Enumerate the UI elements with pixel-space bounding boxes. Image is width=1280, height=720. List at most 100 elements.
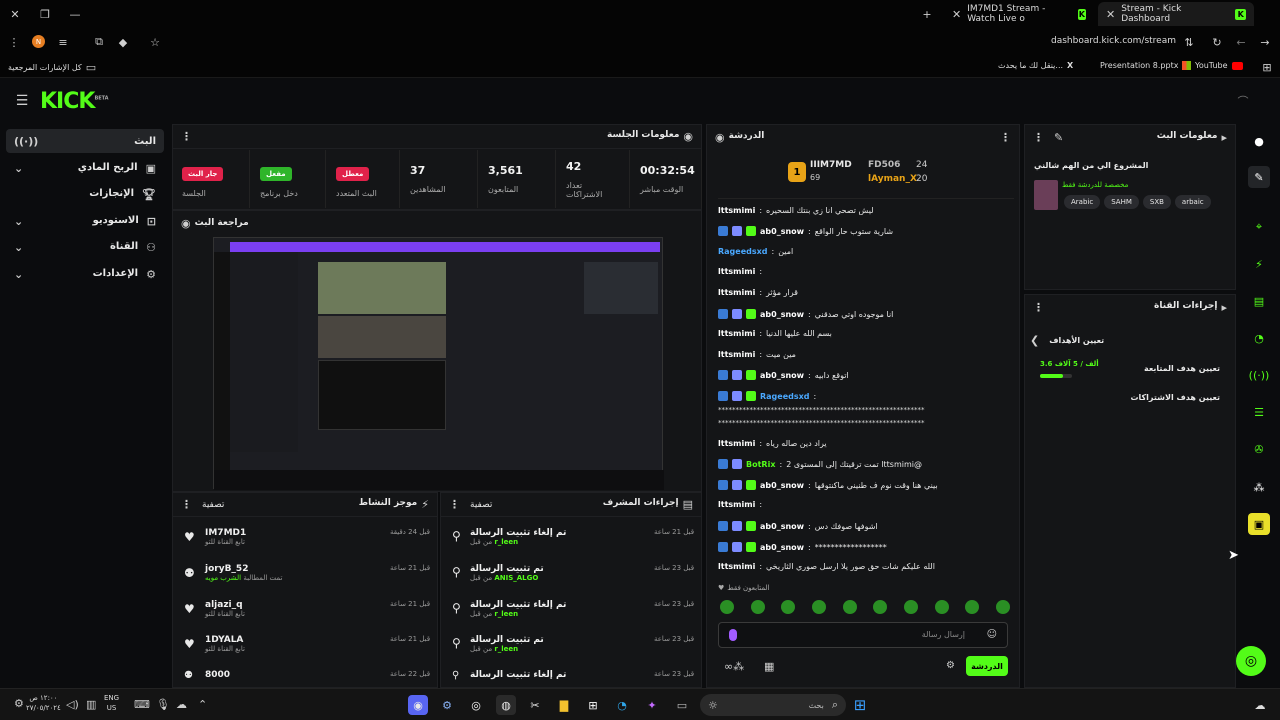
weather-icon[interactable]: ☁ <box>1250 695 1270 715</box>
extensions-icon[interactable]: ≡ <box>56 35 70 49</box>
task-view-icon[interactable]: ▭ <box>672 695 692 715</box>
infinity-icon[interactable]: ∞⁂ <box>724 660 744 673</box>
close-tab-icon[interactable]: ✕ <box>952 8 961 21</box>
edit-icon[interactable]: ✎ <box>1248 166 1270 188</box>
bookmark-youtube[interactable]: YouTube <box>1195 61 1243 70</box>
more-options-icon[interactable]: ⋮ <box>181 130 192 143</box>
sidebar-item-live[interactable]: ((·)) البث <box>6 129 164 153</box>
wrench-icon[interactable]: ✇ <box>1248 438 1270 460</box>
gift-icon[interactable]: ▦ <box>764 660 774 673</box>
emote-icon[interactable] <box>781 600 796 614</box>
settings-icon[interactable]: ⚙ <box>14 697 24 710</box>
emote-icon[interactable] <box>750 600 765 614</box>
emote-icon[interactable] <box>842 600 857 614</box>
chrome-app-icon[interactable]: ◍ <box>496 695 516 715</box>
bookmark-x[interactable]: ينقل لك ما يحدث... X <box>998 61 1073 70</box>
forward-icon[interactable]: ← <box>1234 35 1248 49</box>
apps-grid-icon[interactable]: ⊞ <box>1260 60 1274 74</box>
more-options-icon[interactable]: ⋮ <box>181 498 192 511</box>
chat-username[interactable]: lttsmimi <box>718 500 755 509</box>
clip-icon[interactable]: ▣ <box>1248 513 1270 535</box>
search-box[interactable]: ☼ بحث ⌕ <box>700 694 846 716</box>
capcut-app-icon[interactable]: ✂ <box>525 695 545 715</box>
sidebar-item-studio[interactable]: ⌄ الاستوديو ⊡ <box>6 209 164 233</box>
more-options-icon[interactable]: ⋮ <box>449 498 460 511</box>
chat-username[interactable]: ab0_snow <box>760 371 804 380</box>
more-options-icon[interactable]: ⋮ <box>1033 131 1044 144</box>
chat-username[interactable]: Rageedsxd <box>718 247 768 256</box>
close-window-icon[interactable]: ✕ <box>8 7 22 21</box>
emote-icon[interactable] <box>811 600 826 614</box>
more-options-icon[interactable]: ⋮ <box>1033 301 1044 314</box>
discord-app-icon[interactable]: ◉ <box>408 695 428 715</box>
chat-username[interactable]: ab0_snow <box>760 543 804 552</box>
reload-icon[interactable]: ↻ <box>1210 35 1224 49</box>
all-bookmarks-link[interactable]: كل الإشارات المرجعية ▭ <box>8 61 96 74</box>
new-tab-icon[interactable]: + <box>920 7 934 21</box>
layout-icon[interactable]: ☰ <box>1248 401 1270 423</box>
sidebar-item-monetization[interactable]: ⌄ الربح المادي ▣ <box>6 156 164 180</box>
chat-username[interactable]: ab0_snow <box>760 310 804 319</box>
leader-name[interactable]: IIIM7MD <box>810 160 852 170</box>
cloud-icon[interactable]: ☁ <box>176 698 187 711</box>
close-tab-icon[interactable]: ✕ <box>1106 8 1115 21</box>
chat-username[interactable]: ab0_snow <box>760 481 804 490</box>
tag[interactable]: SAHM <box>1104 195 1139 209</box>
chat-username[interactable]: ab0_snow <box>760 522 804 531</box>
tab-kick-dashboard[interactable]: ✕ Stream - Kick Dashboard K <box>1098 2 1254 26</box>
chat-input[interactable]: إرسال رسالة ☺ <box>718 622 1008 648</box>
more-options-icon[interactable]: ⋮ <box>1000 131 1011 144</box>
sidebar-item-settings[interactable]: ⌄ الإعدادات ⚙ <box>6 262 164 286</box>
sidebar-item-achievements[interactable]: الإنجازات 🏆︎ <box>6 182 164 206</box>
leader-name[interactable]: FD506 <box>868 160 900 170</box>
send-chat-button[interactable]: الدردشة <box>966 656 1008 676</box>
bolt-icon[interactable]: ⚡︎ <box>1248 253 1270 275</box>
emote-icon[interactable] <box>934 600 949 614</box>
tag[interactable]: arbaic <box>1174 195 1211 209</box>
info-icon[interactable]: ● <box>1248 130 1270 152</box>
users-icon[interactable]: ⁂ <box>1248 476 1270 498</box>
chat-username[interactable]: lttsmimi <box>718 350 755 359</box>
filter-button[interactable]: تصفية <box>202 500 224 510</box>
language-indicator[interactable]: ENG US <box>104 693 119 713</box>
volume-icon[interactable]: ◁) <box>66 698 79 711</box>
clipboard-icon[interactable]: ▤ <box>1248 290 1270 312</box>
kick-logo[interactable]: KICKBETA <box>40 89 109 114</box>
chat-username[interactable]: lttsmimi <box>718 439 755 448</box>
diamond-icon[interactable]: ◆ <box>116 35 130 49</box>
back-icon[interactable]: → <box>1258 35 1272 49</box>
minimize-window-icon[interactable]: — <box>68 7 82 21</box>
hamburger-menu-icon[interactable]: ☰ <box>14 93 30 109</box>
url-field[interactable]: dashboard.kick.com/stream <box>1010 36 1176 46</box>
stream-video[interactable] <box>213 237 664 490</box>
menu-dots-icon[interactable]: ⋮ <box>8 35 20 49</box>
mic-icon[interactable] <box>729 629 737 641</box>
bookmark-star-icon[interactable]: ☆ <box>148 35 162 49</box>
chat-username[interactable]: lttsmimi <box>718 329 755 338</box>
chat-username[interactable]: lttsmimi <box>718 288 755 297</box>
support-chat-icon[interactable]: ◎ <box>1236 646 1266 676</box>
obs-app-icon[interactable]: ◎ <box>466 695 486 715</box>
emote-icon[interactable] <box>965 600 980 614</box>
tray-chevron-icon[interactable]: ⌃ <box>198 698 207 711</box>
site-settings-icon[interactable]: ⇅ <box>1182 35 1196 49</box>
sidebar-item-channel[interactable]: ⌄ القناة ⚇ <box>6 235 164 259</box>
goals-back-button[interactable]: ❮ تعيين الأهداف <box>1030 334 1230 347</box>
settings-app-icon[interactable]: ⚙ <box>437 695 457 715</box>
emote-icon[interactable] <box>720 600 734 614</box>
stream-category[interactable]: مخصصة للدردشة فقط <box>1062 181 1128 189</box>
chat-username[interactable]: lttsmimi <box>718 267 755 276</box>
profile-avatar[interactable]: N <box>32 35 45 48</box>
store-app-icon[interactable]: ⊞ <box>583 695 603 715</box>
chat-settings-icon[interactable]: ⚙ <box>946 660 955 671</box>
tag[interactable]: SXB <box>1142 195 1171 209</box>
chat-username[interactable]: lttsmimi <box>718 206 755 215</box>
windows-start-icon[interactable]: ⊞ <box>850 695 870 715</box>
chat-username[interactable]: BotRix <box>746 460 775 469</box>
file-explorer-icon[interactable]: ▇ <box>554 695 574 715</box>
restore-window-icon[interactable]: ❐ <box>38 7 52 21</box>
collapse-icon[interactable]: ⌒ <box>1236 94 1250 108</box>
network-icon[interactable]: ▥ <box>86 698 96 711</box>
tab-kick-stream[interactable]: ✕ IM7MD1 Stream - Watch Live o K <box>944 2 1094 26</box>
leader-name[interactable]: lAyman_X <box>868 174 917 184</box>
